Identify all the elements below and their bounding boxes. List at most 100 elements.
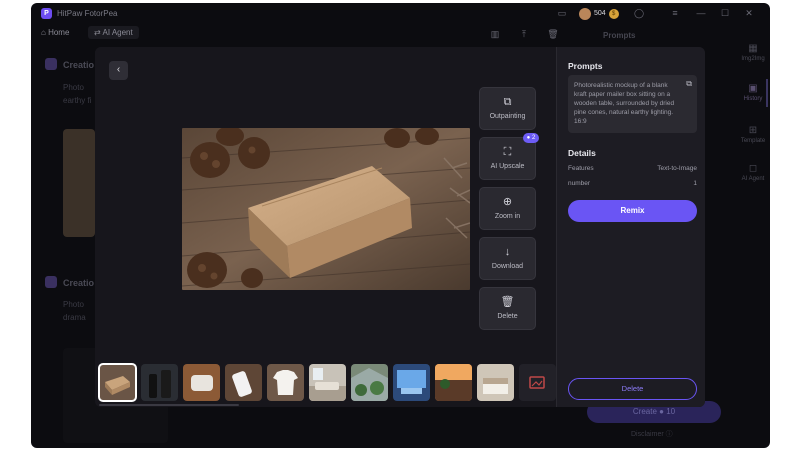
prompts-title: Prompts	[568, 61, 603, 71]
tool-label: Delete	[497, 313, 518, 320]
minimize-icon[interactable]: —	[695, 7, 707, 19]
details-panel: Prompts Photorealistic mockup of a blank…	[556, 47, 705, 407]
thumbnail-tshirt[interactable]	[267, 364, 304, 401]
kraft-box-photo	[182, 128, 470, 290]
disclaimer-label: Disclaimer	[631, 431, 664, 438]
create-label: Create	[632, 407, 657, 416]
thumb-graphic	[149, 370, 171, 398]
detail-key: Features	[568, 165, 594, 172]
bg-card-text: earthy fi	[63, 96, 92, 105]
tool-label: Outpainting	[489, 113, 526, 120]
thumbnail-phone[interactable]	[225, 364, 262, 401]
menu-icon[interactable]: ≡	[669, 7, 681, 19]
detail-value: 1	[693, 180, 697, 187]
thumbnail-kraft-box[interactable]	[98, 363, 137, 402]
right-rail: ▦ Img2Img ▣ History ⊞ Template ◻ AI Agent	[736, 23, 770, 223]
thumbnail-scrollbar[interactable]	[99, 404, 239, 406]
disclaimer-link[interactable]: Disclaimer ⓘ	[631, 429, 673, 439]
detail-row-features: Features Text-to-Image	[568, 165, 697, 172]
delete-tool-button[interactable]: 🗑 Delete	[479, 287, 536, 330]
preview-pane: ‹ ⧉ Outpainting ● 2 ⛶ AI Upscale ⊕ Zoom …	[95, 47, 556, 407]
rail-label: Template	[740, 138, 766, 144]
upscale-icon: ⛶	[503, 146, 512, 158]
thumb-graphic	[232, 371, 252, 397]
thumbnail-pillow[interactable]	[183, 364, 220, 401]
zoom-in-icon: ⊕	[502, 196, 513, 208]
create-cost: 10	[666, 407, 676, 416]
image-detail-modal: ‹ ⧉ Outpainting ● 2 ⛶ AI Upscale ⊕ Zoom …	[95, 47, 705, 407]
detail-key: number	[568, 180, 591, 187]
thumbnail-living-room[interactable]	[309, 364, 346, 401]
compare-icon[interactable]: ▥	[489, 28, 501, 40]
bg-card-text: drama	[63, 313, 86, 322]
rail-label: AI Agent	[741, 176, 765, 182]
image-stack-icon: ▦	[748, 43, 758, 54]
upscale-badge: ● 2	[523, 133, 539, 143]
bg-prompts-heading: Prompts	[603, 31, 636, 40]
prompt-text: Photorealistic mockup of a blank kraft p…	[574, 82, 675, 125]
coin-icon: $	[608, 8, 619, 19]
download-icon: ↓	[504, 246, 511, 258]
app-title: HitPaw FotorPea	[57, 9, 118, 18]
remix-button[interactable]: Remix	[568, 200, 697, 222]
tool-label: Zoom in	[494, 213, 521, 220]
nav-row: ⌂ Home ⇄ AI Agent ▥ ⤒ 🗑	[31, 25, 591, 43]
thumb-graphic	[397, 370, 426, 394]
user-icon[interactable]: ◯	[633, 7, 645, 19]
prompt-box: Photorealistic mockup of a blank kraft p…	[568, 75, 697, 133]
thumbnail-bottles[interactable]	[141, 364, 178, 401]
thumb-graphic	[483, 378, 508, 394]
thumbnail-greenhouse[interactable]	[351, 364, 388, 401]
thumb-graphic	[351, 368, 388, 401]
bg-card-text: Photo	[63, 83, 84, 92]
badge-count: 2	[531, 135, 536, 141]
rail-item-template[interactable]: ⊞ Template	[736, 125, 770, 144]
thumb-graphic	[273, 370, 298, 395]
copy-icon[interactable]: ⧉	[686, 79, 692, 88]
rail-item-history[interactable]: ▣ History	[736, 79, 770, 107]
details-title: Details	[568, 148, 596, 158]
thumbnail-sunset-terrace[interactable]	[435, 364, 472, 401]
back-button[interactable]: ‹	[109, 61, 128, 80]
bg-card-text: Photo	[63, 300, 84, 309]
ai-upscale-button[interactable]: ● 2 ⛶ AI Upscale	[479, 133, 539, 180]
detail-row-number: number 1	[568, 180, 697, 187]
rail-item-img2img[interactable]: ▦ Img2Img	[736, 43, 770, 62]
agent-icon: ◻	[748, 163, 758, 174]
ai-agent-label: AI Agent	[102, 28, 133, 37]
delete-button[interactable]: Delete	[568, 378, 697, 400]
close-icon[interactable]: ✕	[743, 7, 755, 19]
thumbnail-failed[interactable]	[519, 364, 556, 401]
rail-item-ai-agent[interactable]: ◻ AI Agent	[736, 163, 770, 182]
zoom-in-button[interactable]: ⊕ Zoom in	[479, 187, 536, 230]
home-label: Home	[48, 28, 70, 37]
broken-image-icon	[529, 376, 545, 389]
credit-count: 504	[594, 10, 606, 17]
outpainting-button[interactable]: ⧉ Outpainting	[479, 87, 536, 130]
upload-icon[interactable]: ⤒	[518, 28, 530, 40]
maximize-icon[interactable]: ☐	[719, 7, 731, 19]
download-button[interactable]: ↓ Download	[479, 237, 536, 280]
credits-area[interactable]: 504 $	[579, 7, 619, 20]
chat-icon[interactable]: ▭	[556, 7, 568, 19]
thumb-graphic	[435, 364, 472, 401]
thumbnail-bedroom[interactable]	[477, 364, 514, 401]
bg-thumbnail	[63, 129, 95, 237]
ai-agent-tab[interactable]: ⇄ AI Agent	[88, 26, 139, 39]
trash-icon[interactable]: 🗑	[547, 28, 559, 40]
thumbnail-blue-room[interactable]	[393, 364, 430, 401]
avatar[interactable]	[579, 7, 591, 20]
bg-card-title: Creatio	[63, 278, 95, 288]
bg-card-avatar	[45, 276, 57, 288]
rail-label: History	[743, 96, 763, 102]
tool-label: AI Upscale	[490, 163, 525, 170]
main-preview-image	[182, 128, 470, 290]
app-window: P HitPaw FotorPea ▭ 504 $ ◯ ≡ — ☐ ✕ ⌂ Ho…	[31, 3, 770, 448]
bg-card-title: Creatio	[63, 60, 95, 70]
home-tab[interactable]: ⌂ Home	[41, 28, 69, 37]
outpainting-icon: ⧉	[503, 96, 512, 108]
history-icon: ▣	[748, 83, 758, 94]
rail-label: Img2Img	[741, 56, 765, 62]
active-indicator	[766, 79, 768, 107]
tool-label: Download	[491, 263, 524, 270]
